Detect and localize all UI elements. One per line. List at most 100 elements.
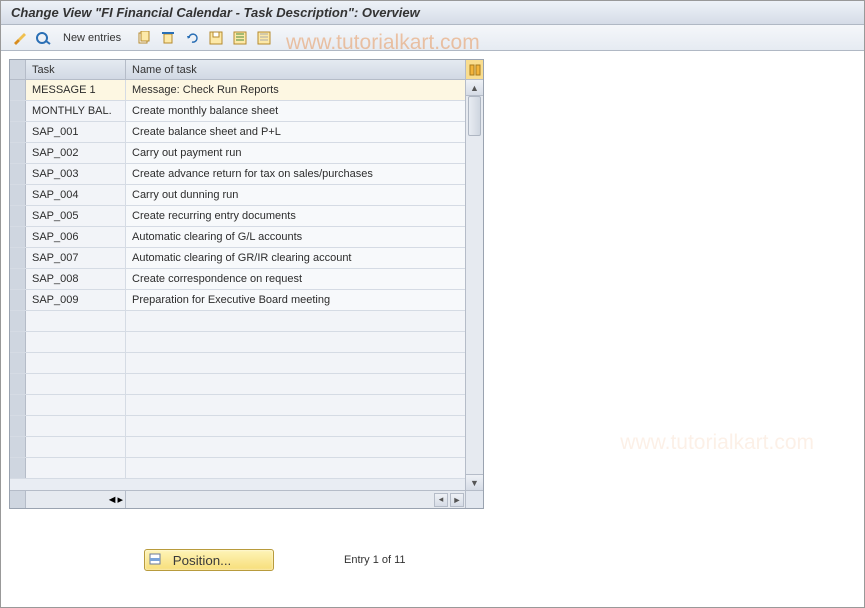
scroll-track[interactable] — [466, 96, 483, 474]
cell-task[interactable]: SAP_009 — [26, 290, 126, 310]
row-selector[interactable] — [10, 374, 26, 394]
table-row-empty[interactable] — [10, 416, 465, 437]
copy-icon[interactable] — [135, 29, 153, 47]
hscroll-left-first-icon[interactable]: ◄ — [107, 494, 118, 506]
cell-task[interactable]: SAP_006 — [26, 227, 126, 247]
vertical-scrollbar[interactable]: ▲ ▼ — [465, 80, 483, 490]
column-header-name[interactable]: Name of task — [126, 60, 465, 79]
hscroll-left-icon[interactable]: ▸ — [117, 493, 123, 506]
cell-task[interactable] — [26, 416, 126, 436]
cell-task[interactable] — [26, 332, 126, 352]
cell-task[interactable]: MONTHLY BAL. — [26, 101, 126, 121]
table-row-empty[interactable] — [10, 332, 465, 353]
table-row-empty[interactable] — [10, 458, 465, 479]
table-row[interactable]: SAP_003Create advance return for tax on … — [10, 164, 465, 185]
table-row[interactable]: MESSAGE 1Message: Check Run Reports — [10, 80, 465, 101]
delete-icon[interactable] — [159, 29, 177, 47]
select-all-column[interactable] — [10, 60, 26, 79]
row-selector[interactable] — [10, 185, 26, 205]
hscroll-right-last-icon[interactable]: ► — [450, 493, 464, 507]
row-selector[interactable] — [10, 458, 26, 478]
cell-name[interactable] — [126, 374, 465, 394]
cell-name[interactable]: Create correspondence on request — [126, 269, 465, 289]
save-icon[interactable] — [207, 29, 225, 47]
table-row[interactable]: SAP_001Create balance sheet and P+L — [10, 122, 465, 143]
table-row-empty[interactable] — [10, 353, 465, 374]
cell-task[interactable] — [26, 374, 126, 394]
cell-name[interactable]: Create balance sheet and P+L — [126, 122, 465, 142]
row-selector[interactable] — [10, 164, 26, 184]
cell-task[interactable]: SAP_001 — [26, 122, 126, 142]
cell-name[interactable] — [126, 458, 465, 478]
cell-task[interactable] — [26, 353, 126, 373]
cell-task[interactable]: SAP_003 — [26, 164, 126, 184]
cell-name[interactable] — [126, 437, 465, 457]
row-selector[interactable] — [10, 122, 26, 142]
change-icon[interactable] — [11, 29, 29, 47]
undo-icon[interactable] — [183, 29, 201, 47]
table-row-empty[interactable] — [10, 374, 465, 395]
select-all-icon[interactable] — [231, 29, 249, 47]
cell-task[interactable] — [26, 395, 126, 415]
cell-task[interactable]: SAP_004 — [26, 185, 126, 205]
cell-name[interactable]: Create recurring entry documents — [126, 206, 465, 226]
table-row[interactable]: SAP_005Create recurring entry documents — [10, 206, 465, 227]
table-settings-icon[interactable] — [465, 60, 483, 79]
row-selector[interactable] — [10, 395, 26, 415]
cell-name[interactable]: Automatic clearing of G/L accounts — [126, 227, 465, 247]
cell-task[interactable]: SAP_005 — [26, 206, 126, 226]
row-selector[interactable] — [10, 311, 26, 331]
table-row[interactable]: SAP_009Preparation for Executive Board m… — [10, 290, 465, 311]
row-selector[interactable] — [10, 416, 26, 436]
table-row[interactable]: SAP_006Automatic clearing of G/L account… — [10, 227, 465, 248]
row-selector[interactable] — [10, 206, 26, 226]
table-row[interactable]: SAP_002Carry out payment run — [10, 143, 465, 164]
scroll-up-icon[interactable]: ▲ — [466, 80, 483, 96]
row-selector[interactable] — [10, 143, 26, 163]
cell-task[interactable] — [26, 437, 126, 457]
row-selector[interactable] — [10, 248, 26, 268]
row-selector[interactable] — [10, 80, 26, 100]
table-row-empty[interactable] — [10, 437, 465, 458]
row-selector[interactable] — [10, 269, 26, 289]
cell-task[interactable]: SAP_008 — [26, 269, 126, 289]
cell-name[interactable]: Preparation for Executive Board meeting — [126, 290, 465, 310]
scroll-thumb[interactable] — [468, 96, 481, 136]
scroll-down-icon[interactable]: ▼ — [466, 474, 483, 490]
position-button[interactable]: Position... — [144, 549, 274, 571]
row-selector[interactable] — [10, 332, 26, 352]
other-view-icon[interactable] — [35, 29, 53, 47]
cell-name[interactable] — [126, 311, 465, 331]
new-entries-button[interactable]: New entries — [59, 32, 125, 44]
cell-name[interactable]: Message: Check Run Reports — [126, 80, 465, 100]
table-row[interactable]: SAP_008Create correspondence on request — [10, 269, 465, 290]
cell-name[interactable]: Create monthly balance sheet — [126, 101, 465, 121]
cell-name[interactable] — [126, 395, 465, 415]
hscroll-right-icon[interactable]: ◂ — [434, 493, 448, 507]
deselect-all-icon[interactable] — [255, 29, 273, 47]
cell-name[interactable]: Create advance return for tax on sales/p… — [126, 164, 465, 184]
row-selector[interactable] — [10, 227, 26, 247]
cell-name[interactable] — [126, 416, 465, 436]
cell-name[interactable] — [126, 353, 465, 373]
cell-task[interactable]: SAP_002 — [26, 143, 126, 163]
horizontal-scrollbar[interactable]: ◂ ► — [126, 491, 465, 508]
cell-name[interactable]: Carry out payment run — [126, 143, 465, 163]
row-selector[interactable] — [10, 437, 26, 457]
cell-name[interactable]: Carry out dunning run — [126, 185, 465, 205]
table-row[interactable]: SAP_007Automatic clearing of GR/IR clear… — [10, 248, 465, 269]
table-row-empty[interactable] — [10, 395, 465, 416]
cell-task[interactable]: MESSAGE 1 — [26, 80, 126, 100]
cell-task[interactable] — [26, 458, 126, 478]
table-row[interactable]: MONTHLY BAL.Create monthly balance sheet — [10, 101, 465, 122]
cell-name[interactable] — [126, 332, 465, 352]
cell-task[interactable]: SAP_007 — [26, 248, 126, 268]
column-header-task[interactable]: Task — [26, 60, 126, 79]
row-selector[interactable] — [10, 353, 26, 373]
row-selector[interactable] — [10, 101, 26, 121]
cell-task[interactable] — [26, 311, 126, 331]
table-row-empty[interactable] — [10, 311, 465, 332]
table-row[interactable]: SAP_004Carry out dunning run — [10, 185, 465, 206]
cell-name[interactable]: Automatic clearing of GR/IR clearing acc… — [126, 248, 465, 268]
row-selector[interactable] — [10, 290, 26, 310]
